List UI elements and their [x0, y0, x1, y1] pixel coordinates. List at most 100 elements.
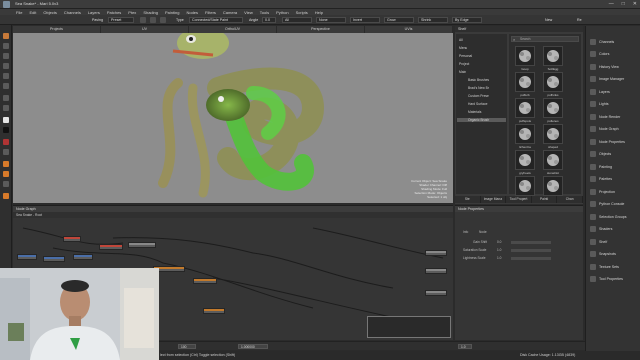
- palette-item-python-console[interactable]: Python Console: [587, 199, 639, 210]
- brush-preset[interactable]: [515, 176, 535, 196]
- brush-preset[interactable]: [515, 150, 535, 170]
- grow-selection-button[interactable]: Grow: [384, 17, 414, 23]
- menu-layers[interactable]: Layers: [88, 10, 100, 15]
- node[interactable]: [425, 290, 447, 296]
- clone-tool-icon[interactable]: [3, 73, 9, 79]
- lock-icon[interactable]: [160, 17, 166, 23]
- maximize-button[interactable]: □: [622, 1, 625, 7]
- menu-scripts[interactable]: Scripts: [296, 10, 308, 15]
- menu-tools[interactable]: Tools: [260, 10, 269, 15]
- menu-view[interactable]: View: [244, 10, 253, 15]
- lightness-scale-slider[interactable]: [511, 257, 551, 260]
- shelf-tree-item[interactable]: Brad's New Br: [468, 86, 489, 90]
- tab-channels[interactable]: Chan: [557, 196, 583, 203]
- fps-field[interactable]: 1.0: [458, 344, 472, 349]
- node[interactable]: [17, 254, 37, 260]
- type-dropdown[interactable]: Connected/State Paint: [189, 17, 243, 23]
- gain-shift-slider[interactable]: [511, 241, 551, 244]
- menu-edit[interactable]: Edit: [29, 10, 36, 15]
- shelf-tree-item[interactable]: Hard Surface: [468, 102, 487, 106]
- tab-perspective[interactable]: Perspective: [277, 26, 365, 33]
- angle-field[interactable]: 0.0: [262, 17, 276, 23]
- 3d-viewport[interactable]: Current Object: Sea Snake Shader Channel…: [13, 33, 453, 203]
- palette-item-objects[interactable]: Objects: [587, 149, 639, 160]
- shelf-tree-item[interactable]: Personal: [459, 54, 472, 58]
- close-button[interactable]: ✕: [633, 1, 637, 7]
- brush-preset[interactable]: [543, 124, 563, 144]
- saturation-scale-value[interactable]: 1.0: [497, 248, 501, 252]
- tab-painting[interactable]: Painti: [532, 196, 558, 203]
- brush-preset[interactable]: [543, 150, 563, 170]
- menu-help[interactable]: Help: [315, 10, 323, 15]
- new-button[interactable]: New: [545, 17, 552, 23]
- record-icon[interactable]: [3, 139, 9, 145]
- node[interactable]: [425, 268, 447, 274]
- paint-through-tool-icon[interactable]: [3, 95, 9, 101]
- transform-tool-icon[interactable]: [3, 53, 9, 59]
- brush-preset[interactable]: [515, 98, 535, 118]
- tab-info[interactable]: Info: [463, 230, 468, 234]
- picker-tool-icon[interactable]: [3, 149, 9, 155]
- brush-preset[interactable]: [515, 46, 535, 66]
- menu-objects[interactable]: Objects: [43, 10, 57, 15]
- palette-item-texture-sets[interactable]: Texture Sets: [587, 261, 639, 272]
- node[interactable]: [203, 308, 225, 314]
- palette-item-shelf[interactable]: Shelf: [587, 236, 639, 247]
- shader-icon[interactable]: [3, 193, 9, 199]
- invert-selection-button[interactable]: Invert: [350, 17, 380, 23]
- palette-item-snapshots[interactable]: Snapshots: [587, 249, 639, 260]
- palette-item-node-render[interactable]: Node Render: [587, 111, 639, 122]
- tab-ortho-uv[interactable]: Ortho/UV: [189, 26, 277, 33]
- select-all-button[interactable]: All: [282, 17, 312, 23]
- brush-preset[interactable]: [543, 72, 563, 92]
- menu-filters[interactable]: Filters: [205, 10, 216, 15]
- palette-item-selection-groups[interactable]: Selection Groups: [587, 211, 639, 222]
- select-tool-icon[interactable]: [3, 43, 9, 49]
- palette-item-shaders[interactable]: Shaders: [587, 224, 639, 235]
- shrink-selection-button[interactable]: Shrink: [418, 17, 448, 23]
- tab-uv[interactable]: UV: [101, 26, 189, 33]
- tab-shelf[interactable]: Ste: [455, 196, 481, 203]
- palette-item-image-manager[interactable]: Image Manager: [587, 74, 639, 85]
- color-swatch-icon[interactable]: [3, 117, 9, 123]
- tab-uvis[interactable]: UVIs: [365, 26, 453, 33]
- mask-tool-icon[interactable]: [3, 181, 9, 187]
- node[interactable]: [128, 242, 156, 248]
- menu-shading[interactable]: Shading: [143, 10, 158, 15]
- shelf-tree-item[interactable]: Main: [459, 70, 466, 74]
- menu-painting[interactable]: Painting: [165, 10, 179, 15]
- tab-tool-properties[interactable]: Tool Propert: [506, 196, 532, 203]
- menu-python[interactable]: Python: [276, 10, 288, 15]
- node[interactable]: [99, 244, 123, 250]
- palette-item-painting[interactable]: Painting: [587, 161, 639, 172]
- shelf-tree-item[interactable]: Menu: [459, 46, 467, 50]
- fill-icon[interactable]: [3, 171, 9, 177]
- shelf-tree-item[interactable]: Custom Prese: [468, 94, 489, 98]
- saturation-scale-slider[interactable]: [511, 249, 551, 252]
- tab-image-manager[interactable]: Image Mana: [481, 196, 507, 203]
- brush-settings-icon[interactable]: [140, 17, 146, 23]
- palette-item-layers[interactable]: Layers: [587, 86, 639, 97]
- brush-preset[interactable]: [515, 72, 535, 92]
- node[interactable]: [43, 256, 65, 262]
- shelf-tree-item[interactable]: Materials: [468, 110, 481, 114]
- palette-item-channels[interactable]: Channels: [587, 36, 639, 47]
- palette-item-history-view[interactable]: History View: [587, 61, 639, 72]
- brush-icon[interactable]: [3, 161, 9, 167]
- brush-preset[interactable]: [543, 176, 563, 196]
- palette-item-palettes[interactable]: Palettes: [587, 174, 639, 185]
- menu-channels[interactable]: Channels: [64, 10, 81, 15]
- menu-ptex[interactable]: Ptex: [128, 10, 136, 15]
- brush-preset[interactable]: [515, 124, 535, 144]
- paint-tool-icon[interactable]: [3, 33, 9, 39]
- mode-dropdown[interactable]: Preset: [108, 17, 134, 23]
- gain-shift-value[interactable]: 0.0: [497, 240, 501, 244]
- tab-projects[interactable]: Projects: [13, 26, 101, 33]
- blur-tool-icon[interactable]: [3, 83, 9, 89]
- lightness-scale-value[interactable]: 1.0: [497, 256, 501, 260]
- menu-nodes[interactable]: Nodes: [186, 10, 198, 15]
- palette-item-node-properties[interactable]: Node Properties: [587, 136, 639, 147]
- node-graph-minimap[interactable]: [367, 316, 451, 338]
- re-button[interactable]: Re: [577, 17, 582, 23]
- zoom-field[interactable]: 100: [178, 344, 196, 349]
